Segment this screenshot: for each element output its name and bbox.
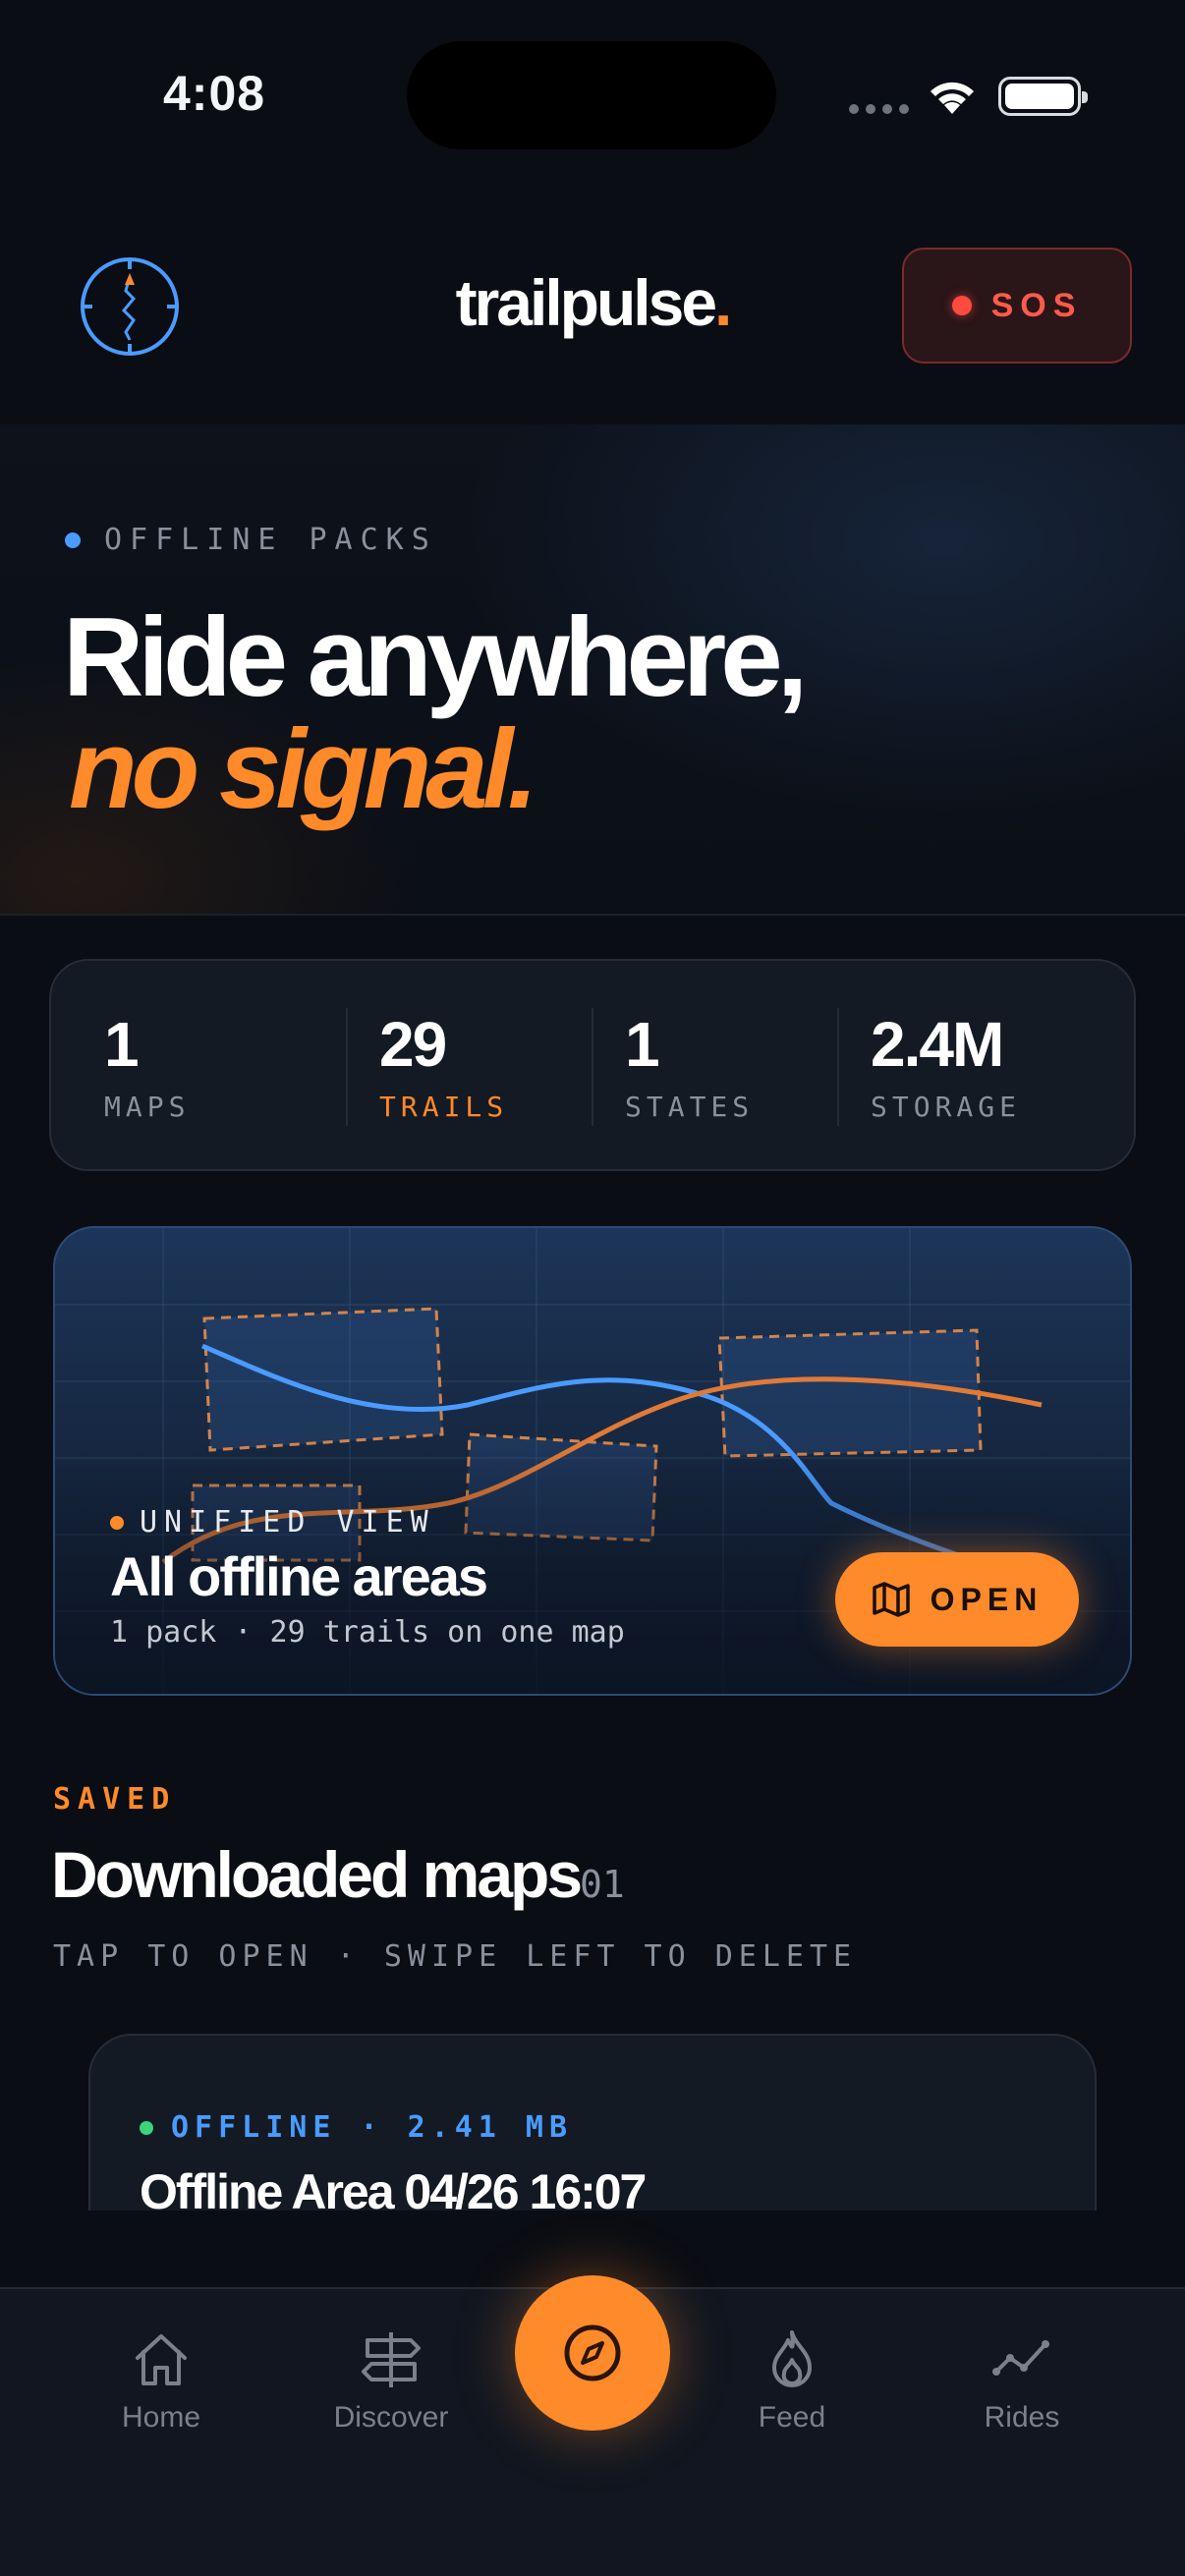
stat-label: STATES xyxy=(625,1091,755,1123)
tab-home-label: Home xyxy=(121,2401,201,2434)
cellular-signal-icon xyxy=(849,104,909,114)
dynamic-island xyxy=(407,41,776,149)
unified-view-subtitle: 1 pack · 29 trails on one map xyxy=(110,1615,625,1650)
unified-view-eyebrow: UNIFIED VIEW xyxy=(110,1505,435,1540)
battery-icon xyxy=(998,77,1088,116)
signpost-icon xyxy=(362,2332,421,2387)
tab-rides-label: Rides xyxy=(984,2401,1060,2434)
activity-chart-icon xyxy=(992,2340,1049,2376)
stat-value: 2.4M xyxy=(871,1009,1004,1080)
stat-value: 29 xyxy=(379,1009,447,1080)
saved-title: Downloaded maps xyxy=(51,1838,583,1911)
open-button-label: OPEN xyxy=(930,1581,1044,1617)
map-item-meta-label: OFFLINE · 2.41 MB xyxy=(171,2110,574,2145)
status-time: 4:08 xyxy=(163,66,266,121)
stat-label: STORAGE xyxy=(871,1091,1022,1123)
saved-count: 01 xyxy=(580,1863,625,1906)
home-icon xyxy=(136,2334,187,2385)
unified-view-eyebrow-label: UNIFIED VIEW xyxy=(140,1505,435,1540)
brand-dot: . xyxy=(714,266,732,339)
unified-map-card[interactable]: UNIFIED VIEW All offline areas 1 pack · … xyxy=(53,1226,1132,1696)
stat-value: 1 xyxy=(104,1009,140,1080)
sos-label: SOS xyxy=(990,286,1083,324)
stat-label: MAPS xyxy=(104,1091,191,1123)
open-map-button[interactable]: OPEN xyxy=(835,1552,1079,1647)
stats-card: 1 MAPS 29 TRAILS 1 STATES 2.4M STORAGE xyxy=(49,959,1136,1171)
accent-dot-icon xyxy=(110,1515,124,1530)
tab-feed-label: Feed xyxy=(758,2401,826,2434)
stat-value: 1 xyxy=(625,1009,660,1080)
hero-headline: Ride anywhere, xyxy=(63,595,808,720)
hero-eyebrow-label: OFFLINE PACKS xyxy=(104,523,437,557)
status-dot-icon xyxy=(65,532,81,548)
compass-icon xyxy=(564,2324,621,2381)
map-item-meta: OFFLINE · 2.41 MB xyxy=(140,2110,573,2145)
tab-home[interactable]: Home xyxy=(63,2328,259,2435)
offline-status-dot-icon xyxy=(140,2120,153,2135)
tab-rides[interactable]: Rides xyxy=(924,2328,1120,2435)
tab-discover-label: Discover xyxy=(333,2401,449,2434)
hero-headline-accent: no signal. xyxy=(69,707,538,832)
saved-hint: TAP TO OPEN · SWIPE LEFT TO DELETE xyxy=(53,1939,858,1974)
hero-eyebrow: OFFLINE PACKS xyxy=(65,523,437,557)
tab-feed[interactable]: Feed xyxy=(694,2328,890,2435)
stat-label: TRAILS xyxy=(379,1091,509,1123)
flame-icon xyxy=(772,2330,812,2387)
tab-discover[interactable]: Discover xyxy=(293,2328,489,2435)
sos-button[interactable]: SOS xyxy=(902,248,1132,364)
navigate-fab-button[interactable] xyxy=(515,2275,670,2431)
map-icon xyxy=(872,1582,910,1617)
saved-eyebrow: SAVED xyxy=(53,1782,177,1817)
sos-indicator-icon xyxy=(951,296,972,315)
wifi-icon xyxy=(931,82,974,114)
unified-view-title: All offline areas xyxy=(110,1545,488,1607)
